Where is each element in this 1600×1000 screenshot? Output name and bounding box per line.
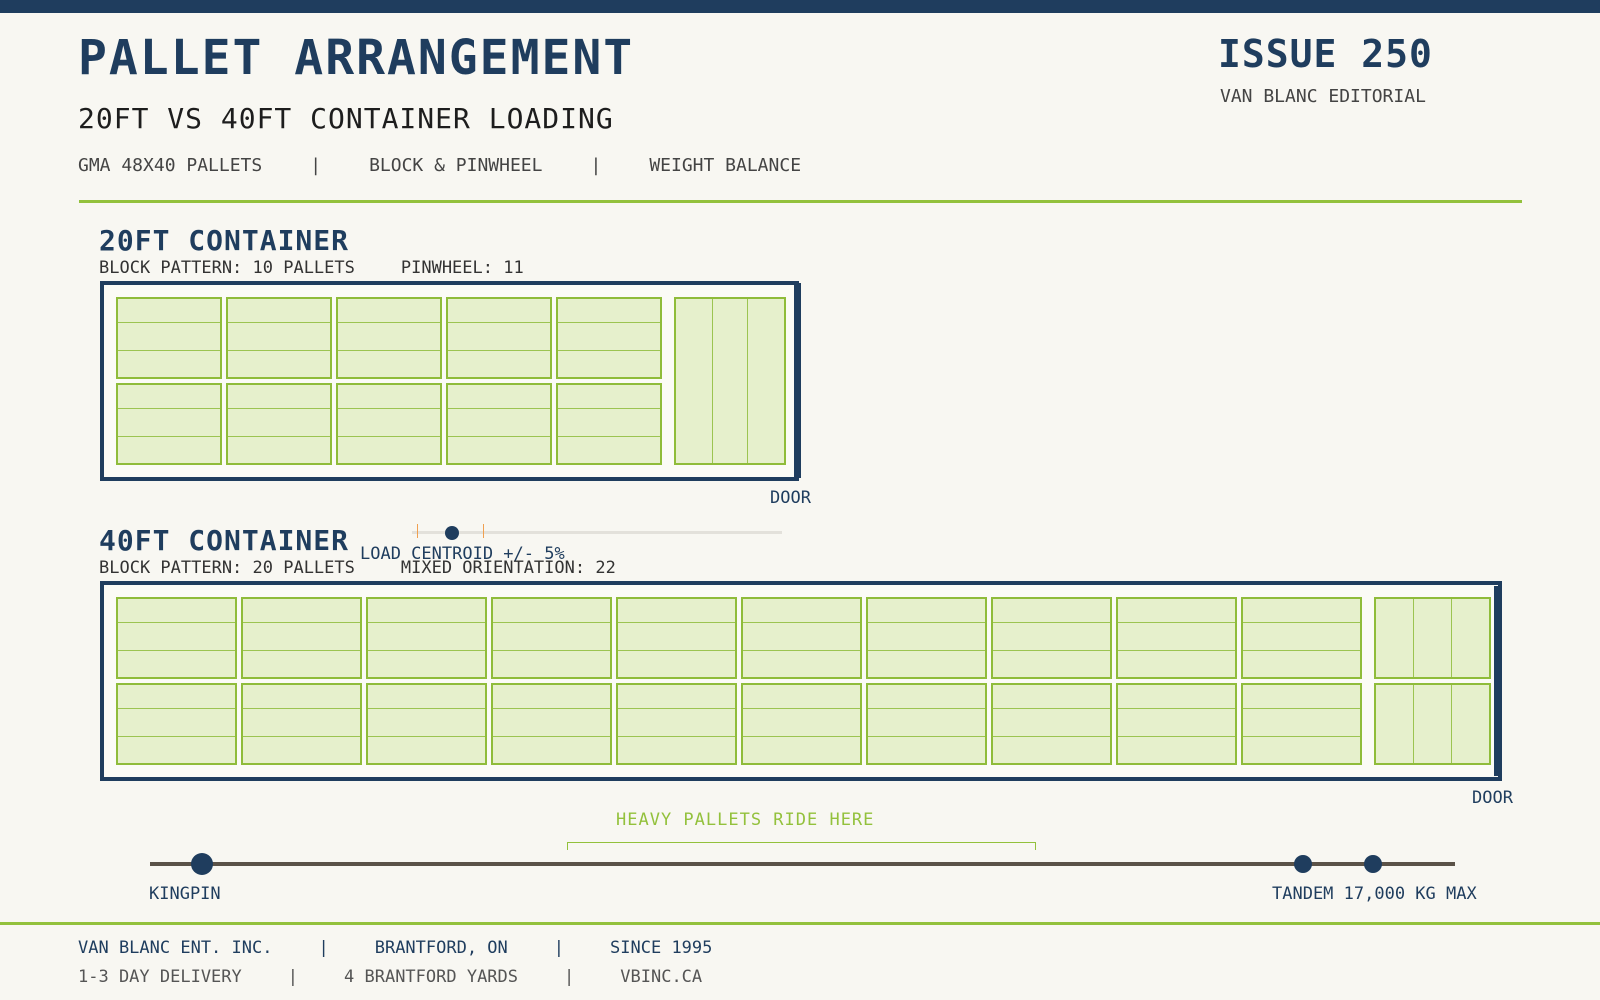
trailer-axle-line [150,862,1455,866]
centroid-tolerance-tick [483,524,484,538]
footer-separator: | [564,967,575,987]
footer-company: VAN BLANC ENT. INC. [78,938,273,958]
pallet [446,383,552,465]
tag-item: GMA 48X40 PALLETS [78,155,263,176]
footer-location: BRANTFORD, ON [374,938,508,958]
pallet [116,597,237,679]
container-20-diagram [100,281,799,481]
pallet [116,683,237,765]
pallet [1116,597,1237,679]
kingpin-label: KINGPIN [149,884,221,904]
pallet [866,683,987,765]
issue-number: ISSUE 250 [1218,32,1433,76]
tag-item: WEIGHT BALANCE [649,155,802,176]
centroid-marker [445,526,459,540]
container-20-meta: BLOCK PATTERN: 10 PALLETS PINWHEEL: 11 [99,258,524,278]
pallet [446,297,552,379]
pallet [226,383,332,465]
pallet [226,297,332,379]
page-title: PALLET ARRANGEMENT [78,30,635,86]
container-40-block-count: BLOCK PATTERN: 20 PALLETS [99,558,355,578]
container-40-diagram [100,581,1502,781]
container-40-door-edge [1494,586,1501,776]
tandem-label: TANDEM 17,000 KG MAX [1272,884,1477,904]
pallet [1241,597,1362,679]
pallet [741,683,862,765]
pallet [741,597,862,679]
pallet [1116,683,1237,765]
pallet [556,383,662,465]
pallet [241,683,362,765]
pallet [616,597,737,679]
header-divider [79,200,1522,203]
footer-delivery: 1-3 DAY DELIVERY [78,967,242,987]
tag-list: GMA 48X40 PALLETS | BLOCK & PINWHEEL | W… [78,155,801,176]
footer-since: SINCE 1995 [610,938,713,958]
pallet [366,683,487,765]
container-20-title: 20FT CONTAINER [99,224,350,257]
pallet [336,383,442,465]
heavy-zone-bracket [567,842,1036,850]
pallet-turned [1374,683,1491,765]
pallet [991,683,1112,765]
footer-line-service: 1-3 DAY DELIVERY | 4 BRANTFORD YARDS | V… [78,967,702,987]
publisher-label: VAN BLANC EDITORIAL [1220,86,1426,107]
pallet [116,383,222,465]
pallet [866,597,987,679]
pallet-turned [1374,597,1491,679]
pallet [556,297,662,379]
top-bar [0,0,1600,13]
container-20-pinwheel-count: PINWHEEL: 11 [400,258,524,278]
kingpin-marker [191,853,213,875]
container-40-mixed-count: MIXED ORIENTATION: 22 [400,558,616,578]
footer-separator: | [318,938,329,958]
pallet [366,597,487,679]
pallet [116,297,222,379]
footer-separator: | [287,967,299,987]
footer-line-company: VAN BLANC ENT. INC. | BRANTFORD, ON | SI… [78,938,712,958]
tag-separator: | [310,155,322,176]
tandem-axle-marker [1364,855,1382,873]
tag-item: BLOCK & PINWHEEL [369,155,543,176]
pallet [491,683,612,765]
container-40-door-label: DOOR [1472,788,1513,808]
pallet [616,683,737,765]
container-40-meta: BLOCK PATTERN: 20 PALLETS MIXED ORIENTATI… [99,558,616,578]
container-20-block-count: BLOCK PATTERN: 10 PALLETS [99,258,355,278]
tag-separator: | [590,155,602,176]
container-20-door-edge [794,283,801,478]
centroid-tolerance-tick [417,524,418,538]
centroid-track [412,531,782,534]
heavy-zone-label: HEAVY PALLETS RIDE HERE [616,810,875,830]
pallet [991,597,1112,679]
pallet-turned [674,297,786,465]
footer-separator: | [553,938,565,958]
footer-yards: 4 BRANTFORD YARDS [344,967,519,987]
pallet [241,597,362,679]
pallet [1241,683,1362,765]
footer-divider [0,922,1600,925]
tandem-axle-marker [1294,855,1312,873]
footer-website[interactable]: VBINC.CA [620,967,702,987]
container-40-title: 40FT CONTAINER [99,524,350,557]
pallet [491,597,612,679]
page-subtitle: 20FT VS 40FT CONTAINER LOADING [78,102,614,135]
pallet [336,297,442,379]
container-20-door-label: DOOR [770,488,811,508]
